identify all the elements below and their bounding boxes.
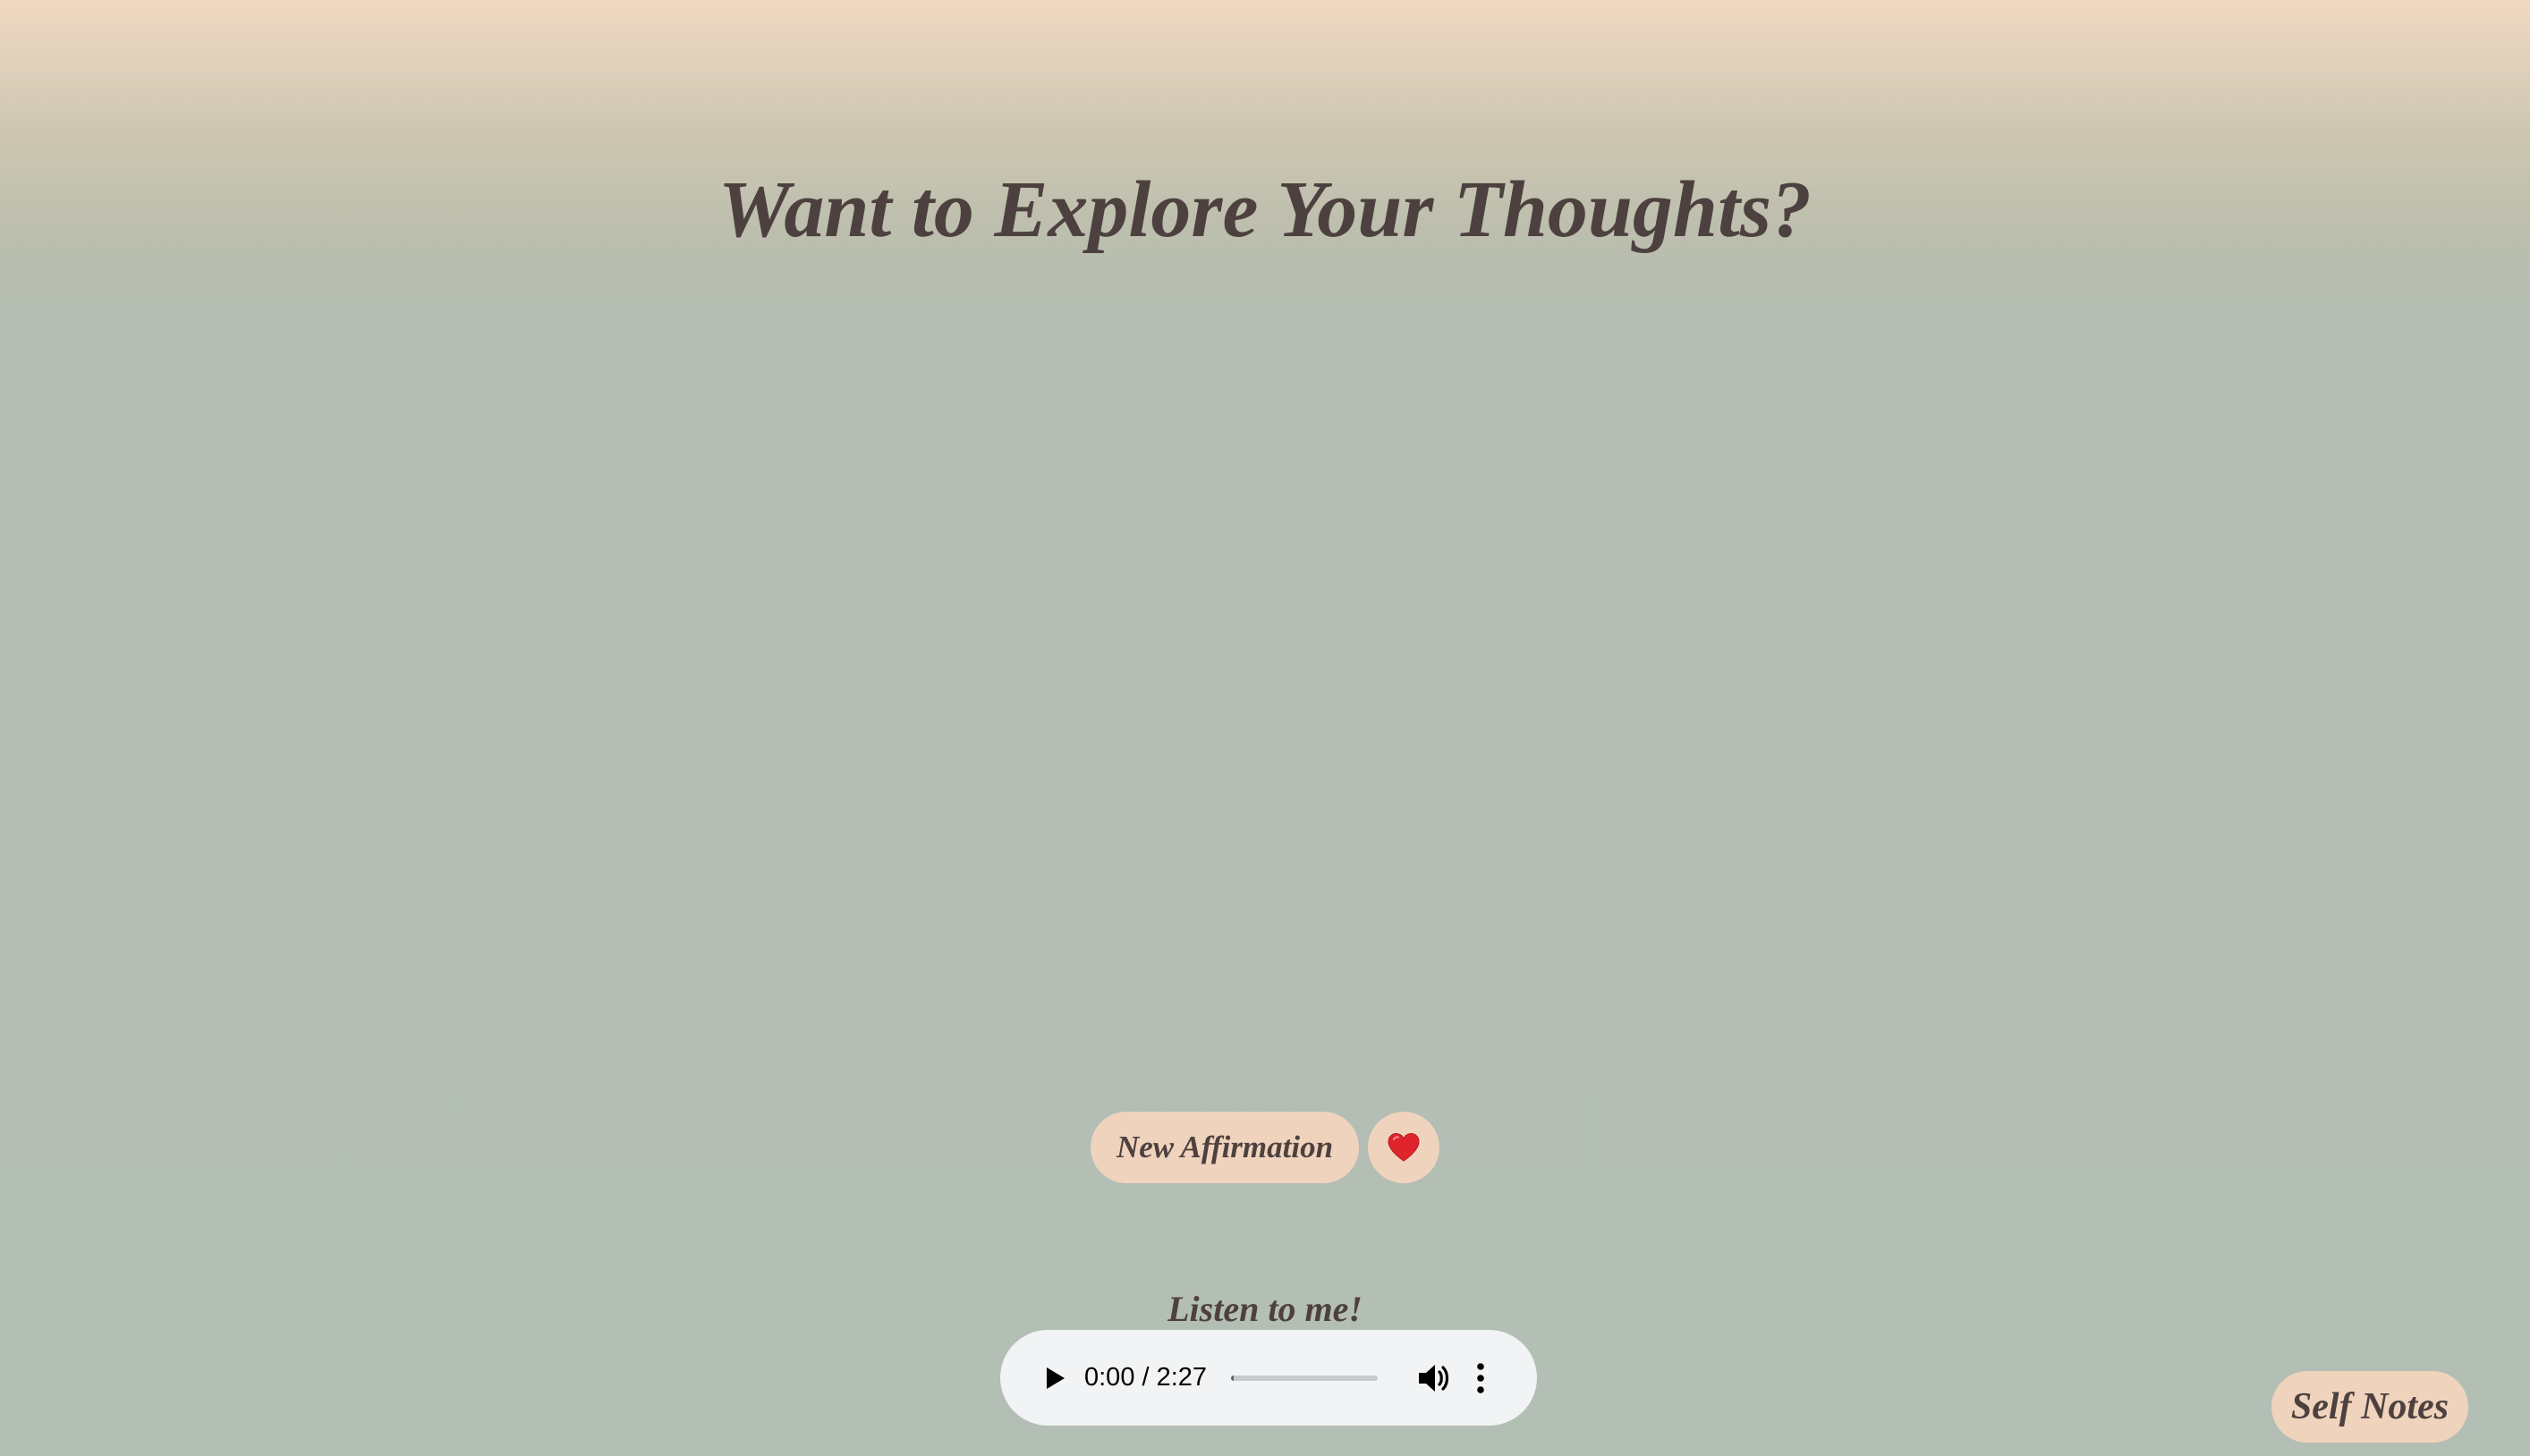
new-affirmation-button[interactable]: New Affirmation (1091, 1112, 1359, 1183)
play-icon[interactable] (1036, 1360, 1072, 1396)
more-options-icon[interactable] (1474, 1359, 1487, 1398)
self-notes-button[interactable]: Self Notes (2271, 1371, 2468, 1443)
heart-icon (1388, 1132, 1420, 1162)
page-title: Want to Explore Your Thoughts? (717, 165, 1813, 254)
volume-icon[interactable] (1414, 1359, 1453, 1398)
audio-player: 0:00 / 2:27 (1000, 1330, 1537, 1426)
seek-slider[interactable] (1231, 1376, 1378, 1381)
listen-label: Listen to me! (1167, 1289, 1363, 1329)
affirmation-actions: New Affirmation (0, 1112, 2530, 1183)
favorite-button[interactable] (1368, 1112, 1439, 1183)
seek-progress-fill (1231, 1376, 1235, 1381)
time-display: 0:00 / 2:27 (1084, 1363, 1208, 1392)
